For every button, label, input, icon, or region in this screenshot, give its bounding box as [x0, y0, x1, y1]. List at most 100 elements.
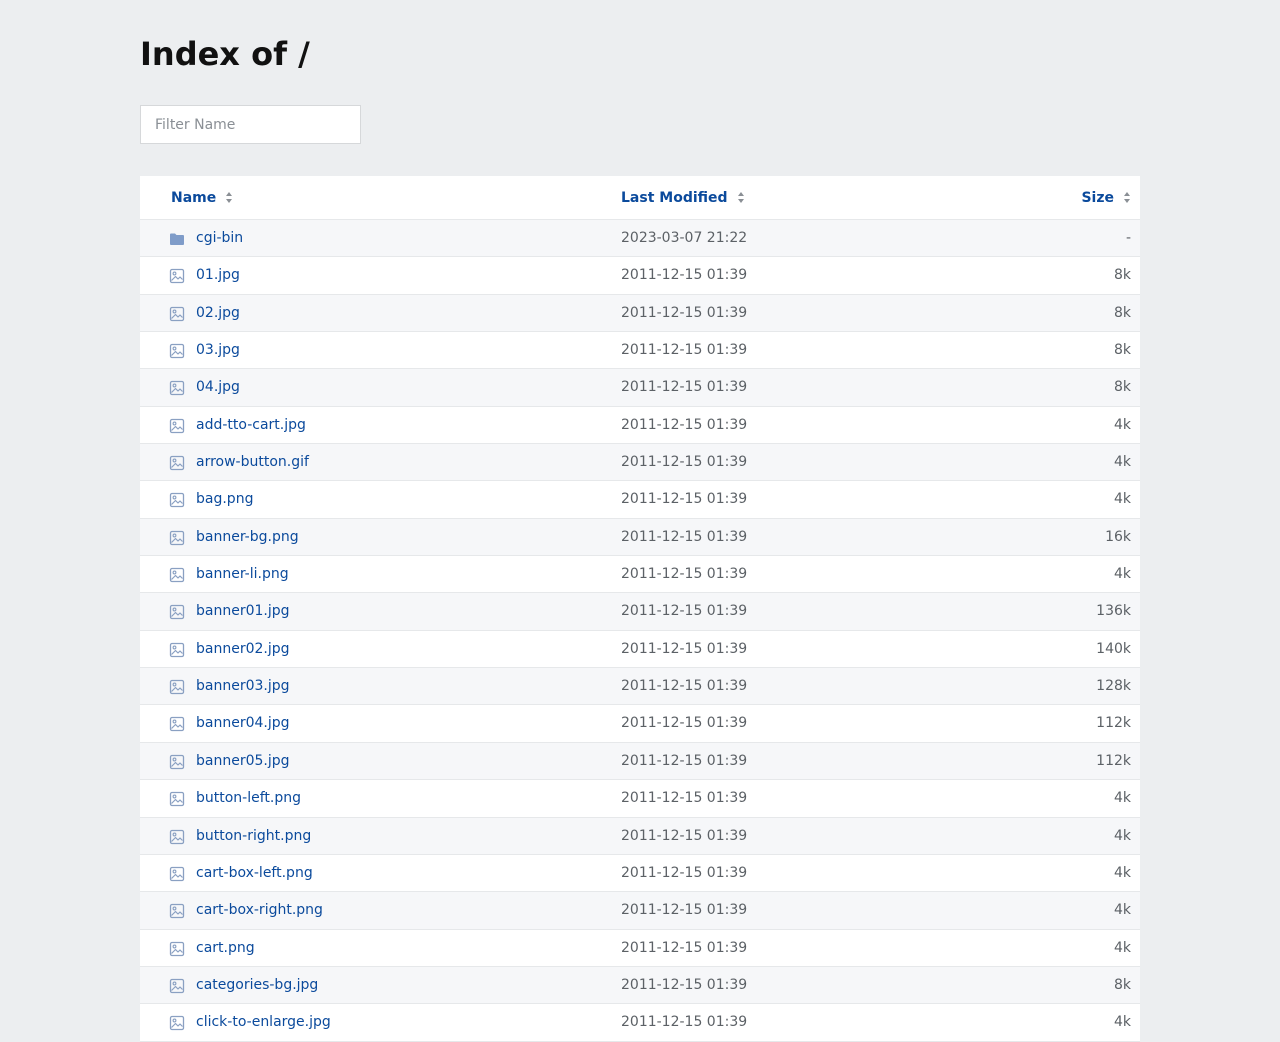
- last-modified-cell: 2011-12-15 01:39: [621, 566, 748, 583]
- file-name-link[interactable]: add-tto-cart.jpg: [196, 407, 306, 444]
- size-cell: 136k: [1096, 603, 1131, 620]
- image-file-icon: [169, 1015, 185, 1031]
- file-name-link[interactable]: cart-box-left.png: [196, 855, 313, 892]
- image-file-icon: [169, 716, 185, 732]
- file-name-link[interactable]: bag.png: [196, 481, 253, 518]
- image-file-icon: [169, 380, 185, 396]
- table-row: banner04.jpg 2011-12-15 01:39 112k: [140, 705, 1140, 743]
- image-file-icon: [169, 492, 185, 508]
- image-file-icon: [169, 418, 185, 434]
- image-file-icon: [169, 343, 185, 359]
- last-modified-cell: 2011-12-15 01:39: [621, 864, 748, 881]
- size-cell: 4k: [1113, 416, 1131, 433]
- table-row: banner05.jpg 2011-12-15 01:39 112k: [140, 742, 1140, 781]
- filter-name-input[interactable]: [140, 105, 361, 144]
- last-modified-cell: 2011-12-15 01:39: [621, 342, 748, 359]
- size-cell: -: [1125, 230, 1131, 246]
- table-row: bag.png 2011-12-15 01:39 4k: [140, 481, 1140, 519]
- last-modified-cell: 2011-12-15 01:39: [621, 1014, 748, 1031]
- last-modified-cell: 2011-12-15 01:39: [621, 790, 748, 807]
- size-cell: 112k: [1096, 715, 1131, 732]
- last-modified-cell: 2011-12-15 01:39: [621, 379, 748, 396]
- image-file-icon: [169, 829, 185, 845]
- last-modified-cell: 2011-12-15 01:39: [621, 416, 748, 433]
- sort-by-size-header[interactable]: Size: [1081, 176, 1131, 220]
- image-file-icon: [169, 530, 185, 546]
- table-row: banner02.jpg 2011-12-15 01:39 140k: [140, 630, 1140, 669]
- last-modified-cell: 2011-12-15 01:39: [621, 454, 748, 471]
- size-cell: 4k: [1113, 939, 1131, 956]
- size-cell: 4k: [1113, 454, 1131, 471]
- file-name-link[interactable]: banner02.jpg: [196, 631, 290, 668]
- size-cell: 4k: [1113, 1014, 1131, 1031]
- file-name-link[interactable]: banner05.jpg: [196, 743, 290, 780]
- table-body: cgi-bin 2023-03-07 21:22 - 01.jpg 2011-12-15…: [140, 220, 1140, 1042]
- file-name-link[interactable]: 01.jpg: [196, 257, 240, 294]
- last-modified-cell: 2011-12-15 01:39: [621, 715, 748, 732]
- page-title: Index of /: [140, 35, 310, 73]
- table-row: button-left.png 2011-12-15 01:39 4k: [140, 780, 1140, 818]
- image-file-icon: [169, 604, 185, 620]
- file-name-link[interactable]: 02.jpg: [196, 295, 240, 332]
- image-file-icon: [169, 306, 185, 322]
- image-file-icon: [169, 754, 185, 770]
- table-row: 04.jpg 2011-12-15 01:39 8k: [140, 369, 1140, 407]
- size-cell: 4k: [1113, 864, 1131, 881]
- file-name-link[interactable]: 04.jpg: [196, 369, 240, 406]
- size-cell: 4k: [1113, 902, 1131, 919]
- size-cell: 4k: [1113, 491, 1131, 508]
- size-cell: 128k: [1096, 678, 1131, 695]
- last-modified-cell: 2011-12-15 01:39: [621, 939, 748, 956]
- file-name-link[interactable]: banner03.jpg: [196, 668, 290, 705]
- size-cell: 8k: [1113, 976, 1131, 993]
- sort-arrows-icon: [737, 192, 745, 204]
- last-modified-cell: 2011-12-15 01:39: [621, 304, 748, 321]
- table-header: Name Last Modified Size: [140, 176, 1140, 220]
- image-file-icon: [169, 642, 185, 658]
- file-name-link[interactable]: banner01.jpg: [196, 593, 290, 630]
- last-modified-cell: 2011-12-15 01:39: [621, 640, 748, 657]
- file-name-link[interactable]: cart-box-right.png: [196, 892, 323, 929]
- size-cell: 16k: [1105, 528, 1131, 545]
- last-modified-cell: 2011-12-15 01:39: [621, 976, 748, 993]
- size-cell: 8k: [1113, 379, 1131, 396]
- size-cell: 140k: [1096, 640, 1131, 657]
- table-row: add-tto-cart.jpg 2011-12-15 01:39 4k: [140, 406, 1140, 445]
- last-modified-cell: 2011-12-15 01:39: [621, 528, 748, 545]
- image-file-icon: [169, 866, 185, 882]
- file-name-link[interactable]: banner04.jpg: [196, 705, 290, 742]
- file-name-link[interactable]: categories-bg.jpg: [196, 967, 318, 1004]
- size-column-label: Size: [1081, 190, 1114, 206]
- file-name-link[interactable]: cgi-bin: [196, 220, 243, 257]
- file-name-link[interactable]: button-right.png: [196, 818, 311, 855]
- file-name-link[interactable]: banner-bg.png: [196, 519, 299, 556]
- sort-by-last-modified-header[interactable]: Last Modified: [621, 176, 745, 220]
- table-row: banner01.jpg 2011-12-15 01:39 136k: [140, 593, 1140, 631]
- image-file-icon: [169, 455, 185, 471]
- file-name-link[interactable]: 03.jpg: [196, 332, 240, 369]
- image-file-icon: [169, 679, 185, 695]
- table-row: button-right.png 2011-12-15 01:39 4k: [140, 817, 1140, 855]
- table-row: 01.jpg 2011-12-15 01:39 8k: [140, 257, 1140, 295]
- size-cell: 112k: [1096, 752, 1131, 769]
- last-modified-column-label: Last Modified: [621, 190, 728, 206]
- file-name-link[interactable]: click-to-enlarge.jpg: [196, 1004, 331, 1041]
- sort-arrows-icon: [1124, 192, 1131, 204]
- table-row: arrow-button.gif 2011-12-15 01:39 4k: [140, 444, 1140, 482]
- image-file-icon: [169, 978, 185, 994]
- last-modified-cell: 2011-12-15 01:39: [621, 603, 748, 620]
- name-column-label: Name: [171, 190, 217, 206]
- file-listing-table: Name Last Modified Size cgi-bin 2023-03-0…: [140, 176, 1140, 1042]
- last-modified-cell: 2011-12-15 01:39: [621, 902, 748, 919]
- last-modified-cell: 2011-12-15 01:39: [621, 491, 748, 508]
- file-name-link[interactable]: banner-li.png: [196, 556, 289, 593]
- image-file-icon: [169, 903, 185, 919]
- file-name-link[interactable]: button-left.png: [196, 780, 301, 817]
- image-file-icon: [169, 567, 185, 583]
- file-name-link[interactable]: cart.png: [196, 930, 255, 967]
- sort-by-name-header[interactable]: Name: [171, 176, 233, 220]
- table-row: banner-bg.png 2011-12-15 01:39 16k: [140, 518, 1140, 557]
- table-row: banner03.jpg 2011-12-15 01:39 128k: [140, 668, 1140, 706]
- file-name-link[interactable]: arrow-button.gif: [196, 444, 309, 481]
- size-cell: 8k: [1113, 342, 1131, 359]
